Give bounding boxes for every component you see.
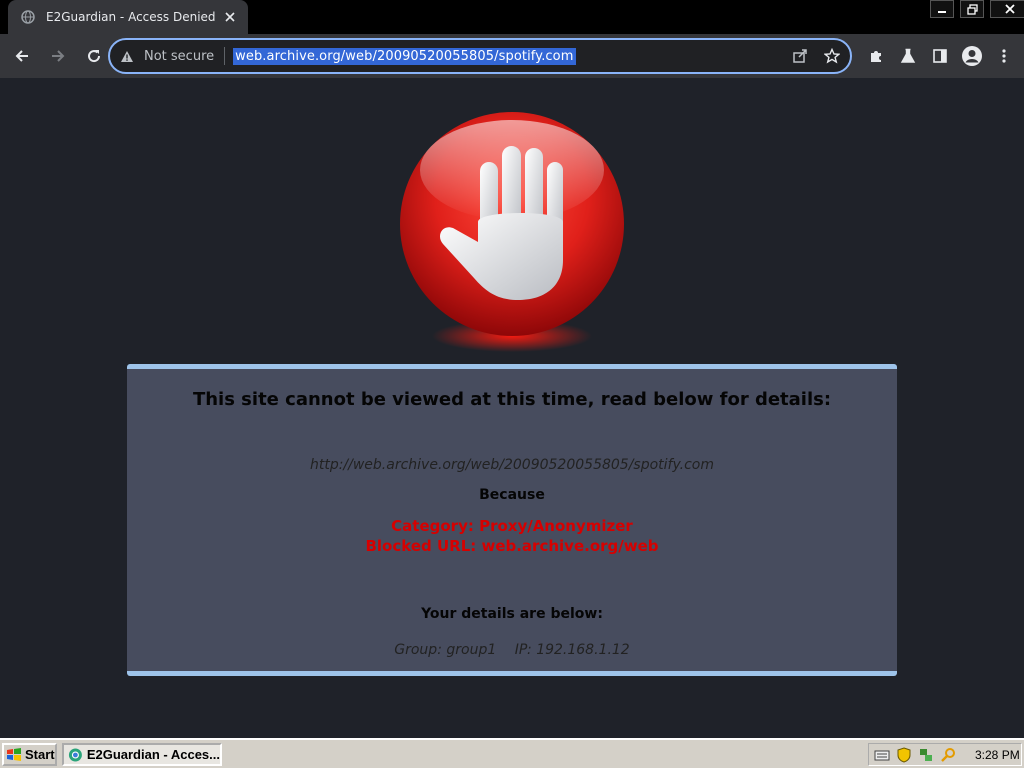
ip-value: IP: 192.168.1.12 [514, 642, 630, 658]
url-text[interactable]: web.archive.org/web/20090520055805/spoti… [233, 47, 576, 65]
address-bar[interactable]: Not secure web.archive.org/web/200905200… [108, 38, 852, 74]
restore-button[interactable] [960, 0, 984, 18]
network-icon[interactable] [917, 746, 935, 764]
windows-logo-icon [7, 748, 21, 761]
blocked-message-panel: This site cannot be viewed at this time,… [127, 364, 897, 676]
tab-strip: E2Guardian - Access Denied [0, 0, 1024, 34]
clock[interactable]: 3:28 PM [975, 748, 1020, 762]
minimize-button[interactable] [930, 0, 954, 18]
menu-kebab-icon[interactable] [988, 40, 1020, 72]
browser-app-icon [68, 748, 82, 761]
group-value: Group: group1 [394, 642, 497, 658]
because-label: Because [479, 487, 545, 503]
details-heading: Your details are below: [421, 606, 603, 622]
page-content: This site cannot be viewed at this time,… [0, 78, 1024, 738]
reason-category: Category: Proxy/Anonymizer [391, 517, 633, 535]
arrow-left-icon [15, 50, 28, 62]
profile-avatar-icon[interactable] [956, 40, 988, 72]
tab-title: E2Guardian - Access Denied [46, 10, 216, 24]
labs-flask-icon[interactable] [892, 40, 924, 72]
browser-toolbar: Not secure web.archive.org/web/200905200… [0, 34, 1024, 78]
taskbar-item-label: E2Guardian - Acces... [86, 747, 220, 762]
stop-hand-icon [400, 112, 624, 352]
reason-blocked-url: Blocked URL: web.archive.org/web [365, 537, 659, 555]
toolbar-actions [860, 40, 1020, 72]
blocked-url-text: http://web.archive.org/web/2009052005580… [309, 457, 715, 473]
taskbar-item-browser[interactable]: E2Guardian - Acces... [62, 743, 222, 766]
side-panel-icon[interactable] [924, 40, 956, 72]
search-key-icon[interactable] [939, 746, 957, 764]
system-tray: 3:28 PM [868, 743, 1022, 766]
page-title: This site cannot be viewed at this time,… [192, 389, 832, 410]
security-label: Not secure [144, 48, 215, 64]
site-security-indicator[interactable]: Not secure [120, 47, 233, 65]
shield-icon[interactable] [895, 746, 913, 764]
share-icon[interactable] [788, 46, 812, 66]
arrow-right-icon [52, 50, 65, 62]
browser-chrome: E2Guardian - Access Denied Not secure we… [0, 0, 1024, 78]
browser-tab[interactable]: E2Guardian - Access Denied [8, 0, 248, 34]
warning-icon [121, 50, 133, 62]
start-button[interactable]: Start [2, 743, 57, 766]
user-details: Group: group1 IP: 192.168.1.12 [127, 642, 897, 658]
globe-icon [20, 9, 36, 25]
reload-button[interactable] [78, 40, 110, 72]
tab-close-icon[interactable] [222, 9, 238, 25]
forward-button[interactable] [42, 40, 74, 72]
back-button[interactable] [6, 40, 38, 72]
bookmark-star-icon[interactable] [820, 46, 844, 66]
taskbar: Start E2Guardian - Acces... 3:28 PM [0, 738, 1024, 768]
reload-icon [88, 50, 101, 63]
window-controls [924, 0, 1024, 20]
window-close-button[interactable] [990, 0, 1024, 18]
start-label: Start [25, 747, 55, 762]
keyboard-icon[interactable] [873, 746, 891, 764]
extensions-puzzle-icon[interactable] [860, 40, 892, 72]
